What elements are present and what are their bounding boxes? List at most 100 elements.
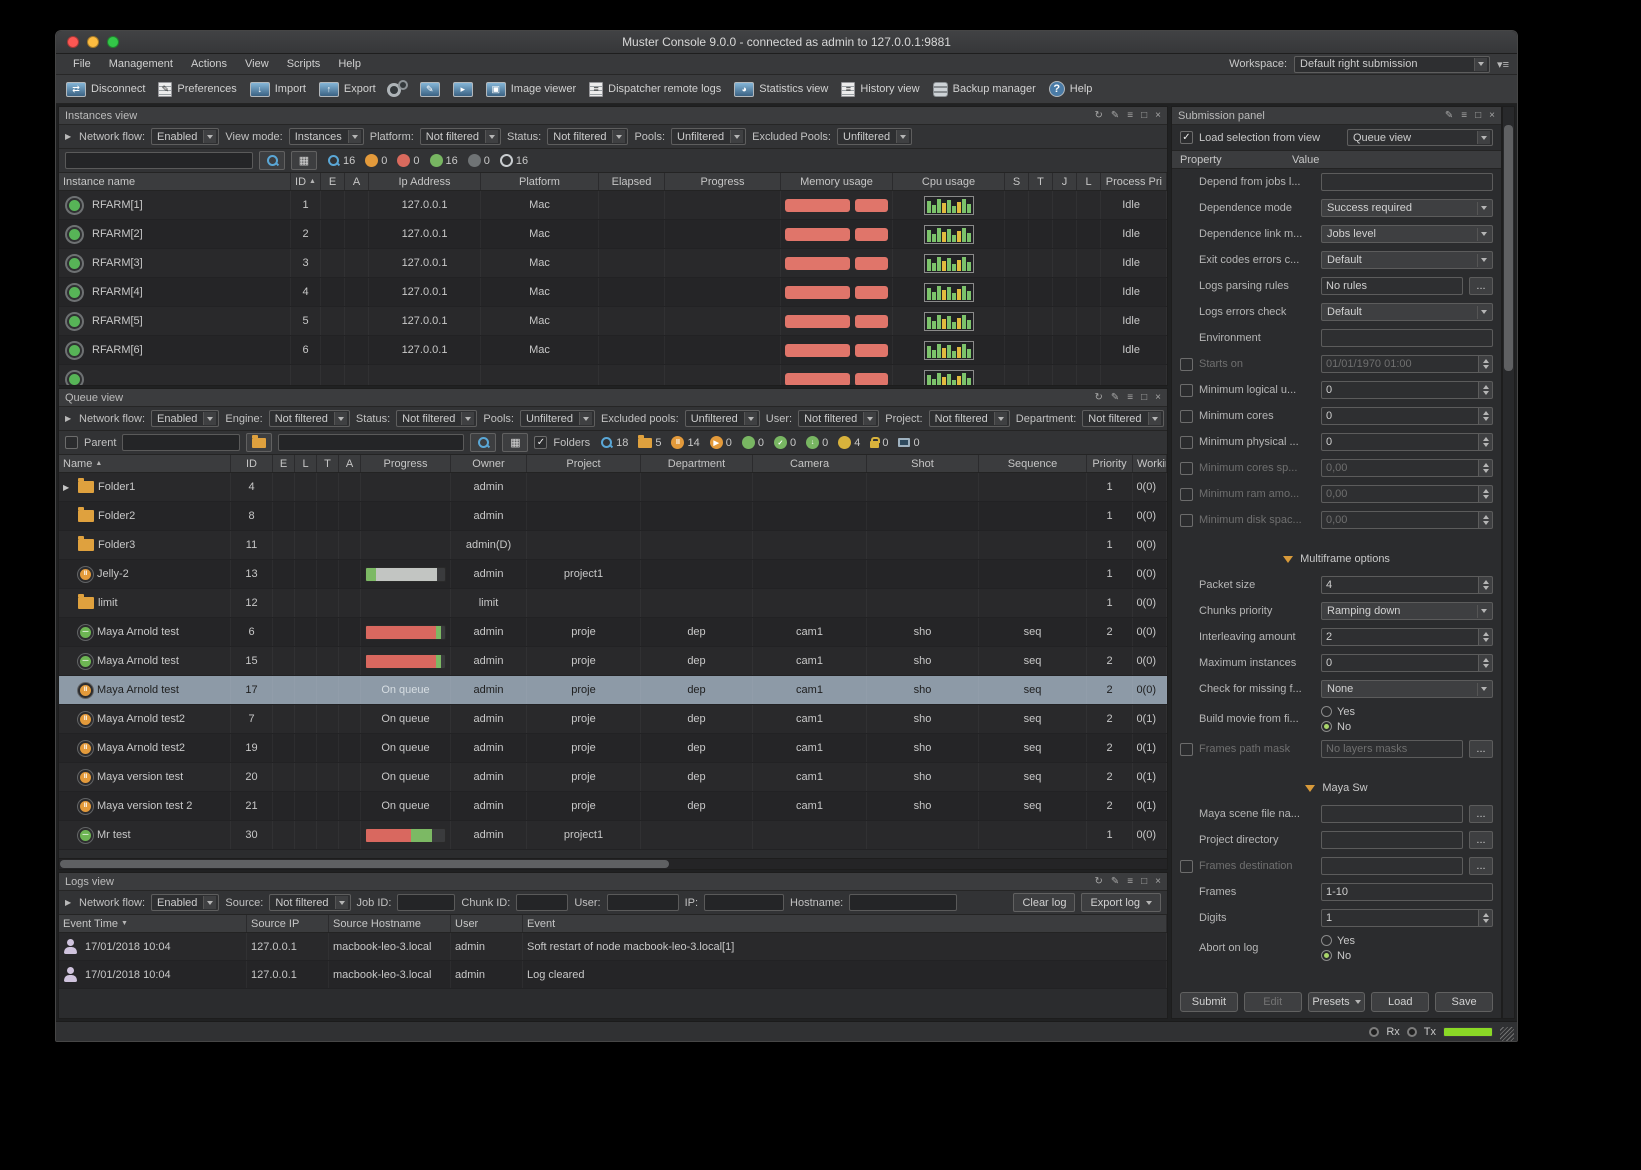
spinner-arrows-icon[interactable] [1479,433,1493,451]
instances-search-input[interactable] [65,152,253,169]
export-log-button[interactable]: Export log [1081,893,1161,912]
queue-filter-4-select[interactable]: Unfiltered [684,410,760,427]
column-header[interactable]: Project [527,455,641,472]
status-counter[interactable]: 0 [741,436,764,449]
column-header[interactable]: Elapsed [599,173,665,190]
column-header[interactable]: Source Hostname [329,915,451,932]
job-row[interactable]: II Maya version test 2 21 On queue admin proj… [59,792,1167,821]
save-button[interactable]: Save [1435,992,1493,1012]
property-enable-checkbox[interactable] [1180,435,1193,449]
column-header[interactable]: Priority [1087,455,1133,472]
collapse-arrow-icon[interactable]: ▶ [65,898,73,907]
submission-close-icon[interactable]: × [1489,108,1495,124]
property-spinner-value[interactable]: 4 [1321,576,1479,594]
column-header[interactable]: T [1029,173,1053,190]
logs-maximize-icon[interactable]: □ [1141,874,1147,890]
browse-button[interactable]: ... [1469,740,1493,758]
toolbar-statistics-view[interactable]: ◕ Statistics view [734,81,828,97]
menu-file[interactable]: File [64,58,100,70]
status-counter[interactable]: 16 [327,154,355,167]
status-counter[interactable]: 0 [397,154,420,167]
property-select[interactable]: Success required [1321,199,1493,217]
column-header[interactable]: Progress [665,173,781,190]
instances-menu-icon[interactable]: ≡ [1127,108,1133,124]
property-enable-checkbox[interactable] [1180,461,1193,475]
menu-actions[interactable]: Actions [182,58,236,70]
log-row[interactable]: 17/01/2018 10:04 127.0.0.1 macbook-leo-3.l… [59,961,1167,989]
toolbar-export[interactable]: ↑ Export [318,81,376,97]
instance-row[interactable]: RFARM[2] 2 127.0.0.1 Mac Idle [59,220,1167,249]
property-spinner[interactable]: 2 [1321,628,1493,646]
queue-maximize-icon[interactable]: □ [1141,390,1147,406]
queue-refresh-icon[interactable]: ↻ [1094,390,1102,406]
job-row[interactable]: II Jelly-2 13 admin project1 1 0(0) [59,560,1167,589]
queue-filter-1-select[interactable]: Not filtered [268,410,350,427]
toolbar-import[interactable]: ↓ Import [249,81,306,97]
job-row[interactable]: Folder3 11 admin(D) 1 0(0) [59,531,1167,560]
logs-filter-input-0[interactable] [397,894,456,911]
property-enable-checkbox[interactable] [1180,383,1193,397]
presets-button[interactable]: Presets [1307,992,1366,1012]
property-select[interactable]: Default [1321,251,1493,269]
spinner-arrows-icon[interactable] [1479,355,1493,373]
property-input[interactable] [1321,857,1463,875]
property-input[interactable] [1321,173,1493,191]
column-header[interactable]: Sequence [979,455,1087,472]
job-row[interactable]: — Mr test 30 admin project1 1 0(0) [59,821,1167,850]
property-enable-checkbox[interactable] [1180,742,1193,756]
property-input[interactable] [1321,329,1493,347]
parent-input[interactable] [122,434,241,451]
column-header[interactable]: T [317,455,339,472]
submission-menu-icon[interactable]: ≡ [1461,108,1467,124]
job-row[interactable]: II Maya Arnold test 17 On queue admin proje de… [59,676,1167,705]
column-header[interactable]: Ip Address [369,173,481,190]
spinner-arrows-icon[interactable] [1479,485,1493,503]
property-spinner-value[interactable]: 0 [1321,654,1479,672]
property-enable-checkbox[interactable] [1180,513,1193,527]
instance-row[interactable]: RFARM[6] 6 127.0.0.1 Mac Idle [59,336,1167,365]
load-button[interactable]: Load [1371,992,1430,1012]
property-spinner[interactable]: 0,00 [1321,511,1493,529]
property-spinner-value[interactable]: 0 [1321,407,1479,425]
edit-button[interactable]: Edit [1243,992,1302,1012]
load-selection-checkbox[interactable]: ✓ [1180,131,1193,144]
status-counter[interactable]: 5 [638,434,661,449]
section-header-multiframe-options[interactable]: Multiframe options [1172,546,1501,572]
instance-row[interactable] [59,365,1167,385]
column-header[interactable]: Name ▲ [59,455,231,472]
toolbar-history-view[interactable]: ≡ History view [841,81,920,97]
column-header[interactable]: Department [641,455,753,472]
queue-scrollbar-thumb[interactable] [60,860,670,868]
queue-menu-icon[interactable]: ≡ [1127,390,1133,406]
column-header[interactable]: Cpu usage [893,173,1005,190]
property-spinner[interactable]: 0,00 [1321,459,1493,477]
browse-button[interactable]: ... [1469,277,1493,295]
job-row[interactable]: ▶ Folder1 4 admin 1 0(0) [59,473,1167,502]
queue-filter-3-select[interactable]: Unfiltered [519,410,596,427]
column-header[interactable]: Owner [451,455,527,472]
status-counter[interactable]: ✓ 0 [773,436,796,449]
instances-filter-3-select[interactable]: Not filtered [547,128,629,145]
queue-tools-icon[interactable]: ✎ [1111,390,1119,406]
column-header[interactable]: Platform [481,173,599,190]
status-counter[interactable]: ↓ 0 [806,436,828,449]
property-spinner-value[interactable]: 01/01/1970 01:00 [1321,355,1479,373]
parent-checkbox[interactable] [65,436,78,449]
menu-help[interactable]: Help [329,58,370,70]
logs-filter-input-4[interactable] [849,894,958,911]
queue-close-icon[interactable]: × [1155,390,1161,406]
spinner-arrows-icon[interactable] [1479,628,1493,646]
column-header[interactable]: E [273,455,295,472]
radio-option-yes[interactable]: Yes [1321,935,1493,947]
column-header[interactable]: L [295,455,317,472]
column-header[interactable]: L [1077,173,1101,190]
folders-checkbox[interactable]: ✓ [534,436,548,449]
radio-option-no[interactable]: No [1321,950,1493,962]
status-counter[interactable]: 0 [467,154,490,167]
instances-tools-icon[interactable]: ✎ [1111,108,1119,124]
property-enable-checkbox[interactable] [1180,487,1193,501]
column-header[interactable]: Source IP [247,915,329,932]
column-header[interactable]: Progress [361,455,451,472]
radio-option-no[interactable]: No [1321,721,1493,733]
status-counter[interactable]: 4 [838,436,860,449]
